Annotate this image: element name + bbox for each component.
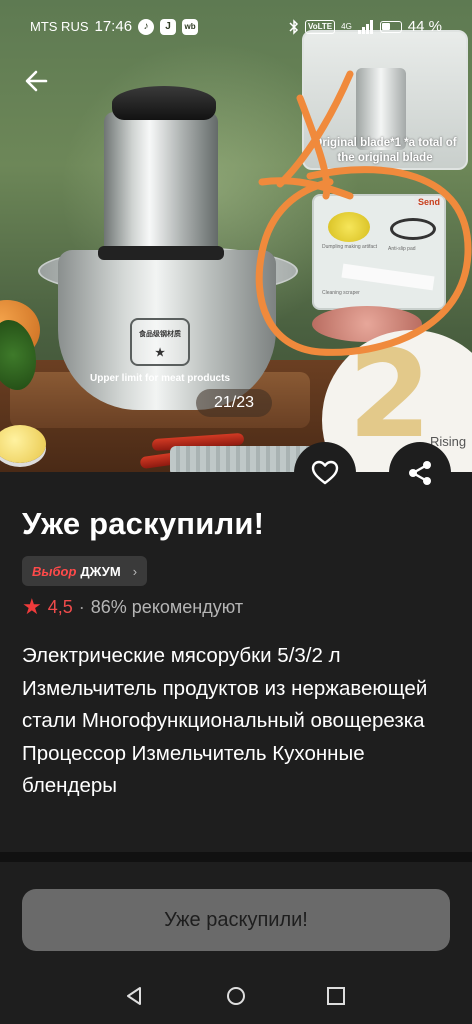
circle-home-icon[interactable] [226, 986, 246, 1006]
triangle-back-icon[interactable] [124, 986, 144, 1006]
product-image-gallery[interactable]: 食品级钢材质 ★ Upper limit for meat products Or… [0, 0, 472, 472]
send-label: Send [413, 196, 444, 208]
accessory-label: Anti-slip pad [388, 246, 416, 252]
battery-percent: 44 % [407, 18, 442, 35]
inset-accessories-card: Send Dumpling making artifact Anti-slip … [312, 194, 446, 310]
separator-dot: · [78, 596, 85, 617]
emblem-text: 食品级钢材质 [139, 331, 181, 338]
choice-badge[interactable]: Выбор ДЖУМ › [22, 556, 148, 586]
volte-badge: VoLTE [304, 19, 336, 34]
battery-icon [379, 20, 402, 33]
overlay-caption: Upper limit for meat products [90, 373, 231, 384]
signal-icon [357, 19, 373, 34]
sold-out-button-label: Уже раскупили! [164, 908, 308, 931]
clock: 17:46 [94, 18, 133, 35]
cleaning-scraper-image [341, 263, 435, 291]
steel-emblem: 食品级钢材质 ★ [130, 318, 190, 366]
choice-brand: ДЖУМ [80, 563, 121, 579]
share-icon [409, 461, 431, 485]
recommend-percent: 86% рекомендуют [90, 596, 244, 617]
system-nav-bar [0, 966, 472, 1024]
sold-out-button[interactable]: Уже раскупили! [22, 889, 450, 951]
chopper-base-ring [98, 246, 224, 260]
star-icon: ★ [22, 594, 42, 619]
notification-app-icon: ♪ [138, 18, 155, 35]
favorite-button[interactable] [294, 442, 356, 504]
gallery-pager: 21/23 [196, 389, 272, 417]
notification-app-icon: J [160, 18, 177, 35]
chopper-lid [112, 86, 216, 120]
big-number: 2 [348, 326, 432, 465]
lte-label: 4G [341, 22, 352, 31]
heart-icon [311, 460, 339, 485]
chopper-motor-housing [104, 112, 218, 258]
share-button[interactable] [389, 442, 451, 504]
accessory-label: Dumpling making artifact [322, 244, 378, 250]
chevron-right-icon: › [132, 563, 138, 579]
rating-score: 4,5 [47, 596, 73, 617]
square-recents-icon[interactable] [326, 986, 346, 1006]
inset-blade-caption: Original blade*1 *a total of the origina… [313, 137, 457, 164]
carrier-name: MTS RUS [30, 19, 89, 34]
arrow-left-icon[interactable] [22, 66, 52, 96]
status-bar: MTS RUS 17:46 ♪ J wb VoLTE 4G 44 % [0, 0, 472, 56]
anti-slip-pad-image [390, 218, 436, 240]
product-description: Электрические мясорубки 5/3/2 л Измельчи… [22, 644, 428, 797]
rating-row[interactable]: ★ 4,5 · 86% рекомендуют [22, 596, 243, 618]
notification-app-icon: wb [182, 18, 199, 35]
product-status-title: Уже раскупили! [22, 506, 265, 541]
choice-label: Выбор [32, 563, 77, 579]
accessory-label: Cleaning scraper [322, 290, 360, 296]
dumpling-maker-image [328, 212, 370, 242]
section-divider [0, 852, 472, 862]
bluetooth-icon [289, 18, 299, 35]
